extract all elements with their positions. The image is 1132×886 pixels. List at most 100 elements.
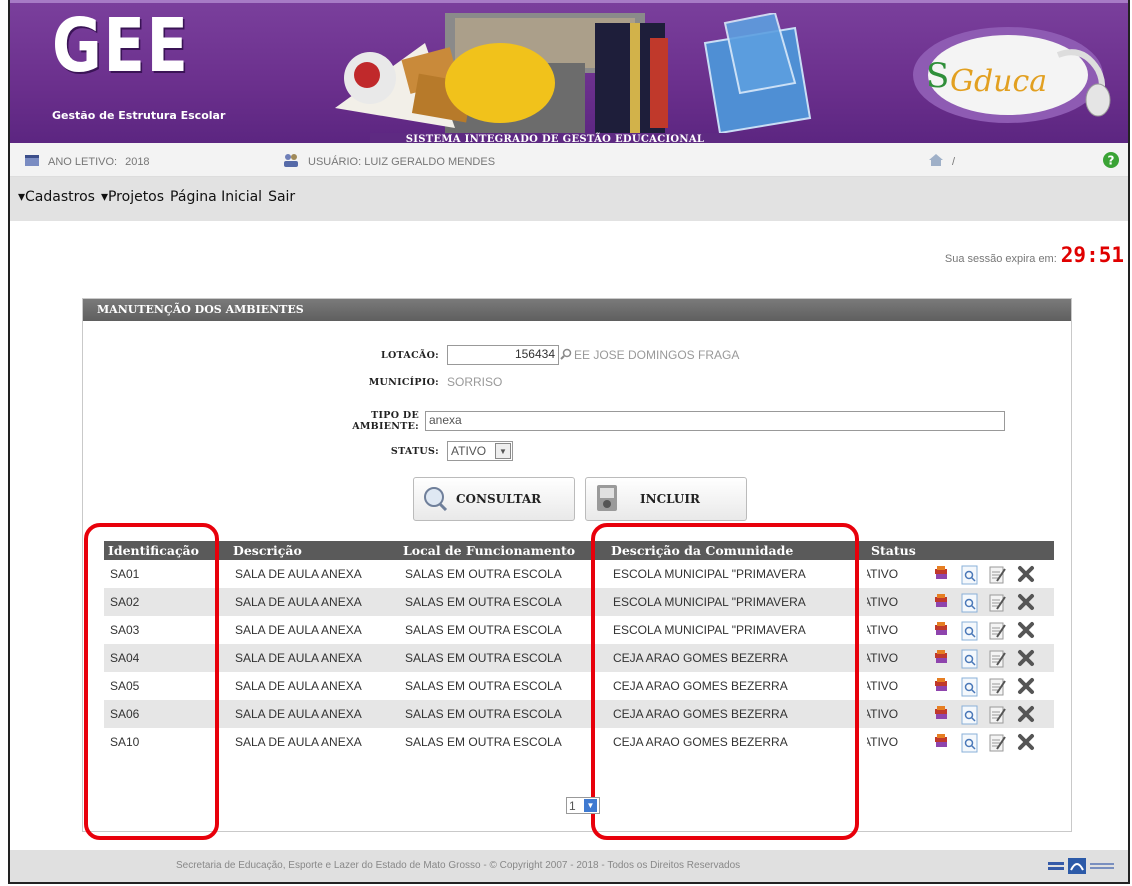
- status-selected-value: ATIVO: [451, 444, 487, 458]
- cell-actions: [927, 672, 1054, 700]
- cell-actions: [927, 728, 1054, 756]
- edit-icon[interactable]: [989, 705, 1007, 724]
- municipio-value: SORRISO: [447, 375, 503, 389]
- home-link[interactable]: /: [928, 153, 955, 170]
- view-icon[interactable]: [961, 621, 979, 641]
- year-label: ANO LETIVO:: [48, 155, 118, 168]
- cell-actions: [927, 560, 1054, 588]
- books-icon[interactable]: [933, 593, 951, 611]
- gee-logo-subtitle: Gestão de Estrutura Escolar: [52, 109, 226, 122]
- year-info: ANO LETIVO: 2018: [24, 153, 150, 170]
- page-select[interactable]: 1 ▼: [566, 797, 600, 814]
- municipio-row: MUNICÍPIO: SORRISO: [303, 375, 503, 389]
- cell-status: ATIVO: [867, 735, 899, 749]
- chevron-down-icon[interactable]: ▼: [495, 443, 511, 459]
- delete-icon[interactable]: [1017, 593, 1035, 611]
- menu-sair[interactable]: Sair: [268, 189, 295, 205]
- view-icon[interactable]: [961, 733, 979, 753]
- books-icon[interactable]: [933, 649, 951, 667]
- books-icon[interactable]: [933, 565, 951, 583]
- delete-icon[interactable]: [1017, 733, 1035, 751]
- cell-status: ATIVO: [867, 623, 899, 637]
- col-local[interactable]: Local de Funcionamento: [399, 541, 607, 560]
- incluir-button[interactable]: INCLUIR: [585, 477, 747, 521]
- delete-icon[interactable]: [1017, 705, 1035, 723]
- edit-icon[interactable]: [989, 649, 1007, 668]
- home-icon[interactable]: [928, 153, 944, 170]
- view-icon[interactable]: [961, 705, 979, 725]
- lotacao-code-input[interactable]: 156434: [447, 345, 559, 365]
- delete-icon[interactable]: [1017, 649, 1035, 667]
- cell-local: SALAS EM OUTRA ESCOLA: [399, 700, 607, 728]
- tipo-label: TIPO DE AMBIENTE:: [352, 410, 419, 432]
- year-value: 2018: [125, 155, 150, 168]
- chevron-down-icon[interactable]: ▼: [584, 799, 597, 812]
- tipo-ambiente-input[interactable]: anexa: [425, 411, 1005, 431]
- session-label: Sua sessão expira em:: [944, 253, 1057, 265]
- cell-comunidade: ESCOLA MUNICIPAL "PRIMAVERA: [613, 623, 806, 637]
- edit-icon[interactable]: [989, 621, 1007, 640]
- app-frame: GEE Gestão de Estrutura Escolar SISTEMA …: [8, 0, 1130, 884]
- cell-identificacao: SA02: [104, 588, 229, 616]
- page-selected: 1: [569, 798, 576, 813]
- col-identificacao[interactable]: Identificação: [104, 541, 229, 560]
- edit-icon[interactable]: [989, 593, 1007, 612]
- menu-cadastros-label: Cadastros: [25, 189, 95, 205]
- view-icon[interactable]: [961, 565, 979, 585]
- menu-pagina-inicial[interactable]: Página Inicial: [170, 189, 262, 205]
- search-lotacao-icon[interactable]: [560, 348, 572, 363]
- delete-icon[interactable]: [1017, 677, 1035, 695]
- consultar-button[interactable]: CONSULTAR: [413, 477, 575, 521]
- col-actions: [927, 541, 1054, 560]
- cell-identificacao: SA10: [110, 735, 140, 749]
- edit-icon[interactable]: [989, 733, 1007, 752]
- add-icon: [594, 483, 620, 516]
- books-icon[interactable]: [933, 733, 951, 751]
- cell-status: ATIVO: [867, 679, 899, 693]
- table-row: SA05 SALA DE AULA ANEXA SALAS EM OUTRA ESC…: [104, 672, 1054, 700]
- cell-local: SALAS EM OUTRA ESCOLA: [405, 735, 562, 749]
- col-status[interactable]: Status: [867, 541, 927, 560]
- lotacao-row: LOTACÃO: 156434 EE JOSE DOMINGOS FRAGA: [303, 345, 739, 365]
- menu-cadastros[interactable]: ▾Cadastros: [18, 189, 95, 205]
- help-button[interactable]: ?: [1102, 151, 1120, 172]
- cell-descricao: SALA DE AULA ANEXA: [235, 623, 362, 637]
- header-collage-image: [335, 13, 812, 138]
- books-icon[interactable]: [933, 705, 951, 723]
- cell-comunidade: ESCOLA MUNICIPAL "PRIMAVERA: [607, 588, 867, 616]
- status-select[interactable]: ATIVO ▼: [447, 441, 513, 461]
- session-time: 29:51: [1060, 243, 1124, 267]
- svg-text:?: ?: [1108, 154, 1115, 168]
- maintenance-panel: MANUTENÇÃO DOS AMBIENTES LOTACÃO: 156434…: [82, 298, 1072, 832]
- cell-descricao: SALA DE AULA ANEXA: [229, 700, 399, 728]
- edit-icon[interactable]: [989, 565, 1007, 584]
- books-icon[interactable]: [933, 677, 951, 695]
- view-icon[interactable]: [961, 649, 979, 669]
- delete-icon[interactable]: [1017, 565, 1035, 583]
- menu-bar: ▾Cadastros ▾Projetos Página Inicial Sair: [10, 177, 1128, 221]
- help-icon[interactable]: ?: [1102, 151, 1120, 172]
- info-bar: ANO LETIVO: 2018 USUÁRIO: LUIZ GERALDO M…: [10, 143, 1128, 177]
- col-descricao[interactable]: Descrição: [229, 541, 399, 560]
- cell-status: ATIVO: [867, 588, 927, 616]
- svg-text:S: S: [926, 56, 949, 96]
- cell-descricao: SALA DE AULA ANEXA: [235, 567, 362, 581]
- view-icon[interactable]: [961, 593, 979, 613]
- calendar-icon: [24, 153, 40, 170]
- menu-projetos[interactable]: ▾Projetos: [101, 189, 164, 205]
- cell-actions: [927, 616, 1054, 644]
- view-icon[interactable]: [961, 677, 979, 697]
- cell-descricao: SALA DE AULA ANEXA: [229, 588, 399, 616]
- cell-identificacao: SA05: [110, 679, 140, 693]
- books-icon[interactable]: [933, 621, 951, 639]
- cell-local: SALAS EM OUTRA ESCOLA: [405, 567, 562, 581]
- cell-local: SALAS EM OUTRA ESCOLA: [405, 623, 562, 637]
- col-comunidade[interactable]: Descrição da Comunidade: [607, 541, 867, 560]
- edit-icon[interactable]: [989, 677, 1007, 696]
- table-header-row: Identificação Descrição Local de Funcion…: [104, 541, 1054, 560]
- cell-local: SALAS EM OUTRA ESCOLA: [399, 644, 607, 672]
- delete-icon[interactable]: [1017, 621, 1035, 639]
- cell-identificacao: SA01: [110, 567, 140, 581]
- cell-local: SALAS EM OUTRA ESCOLA: [405, 679, 562, 693]
- cell-comunidade: CEJA ARAO GOMES BEZERRA: [607, 644, 867, 672]
